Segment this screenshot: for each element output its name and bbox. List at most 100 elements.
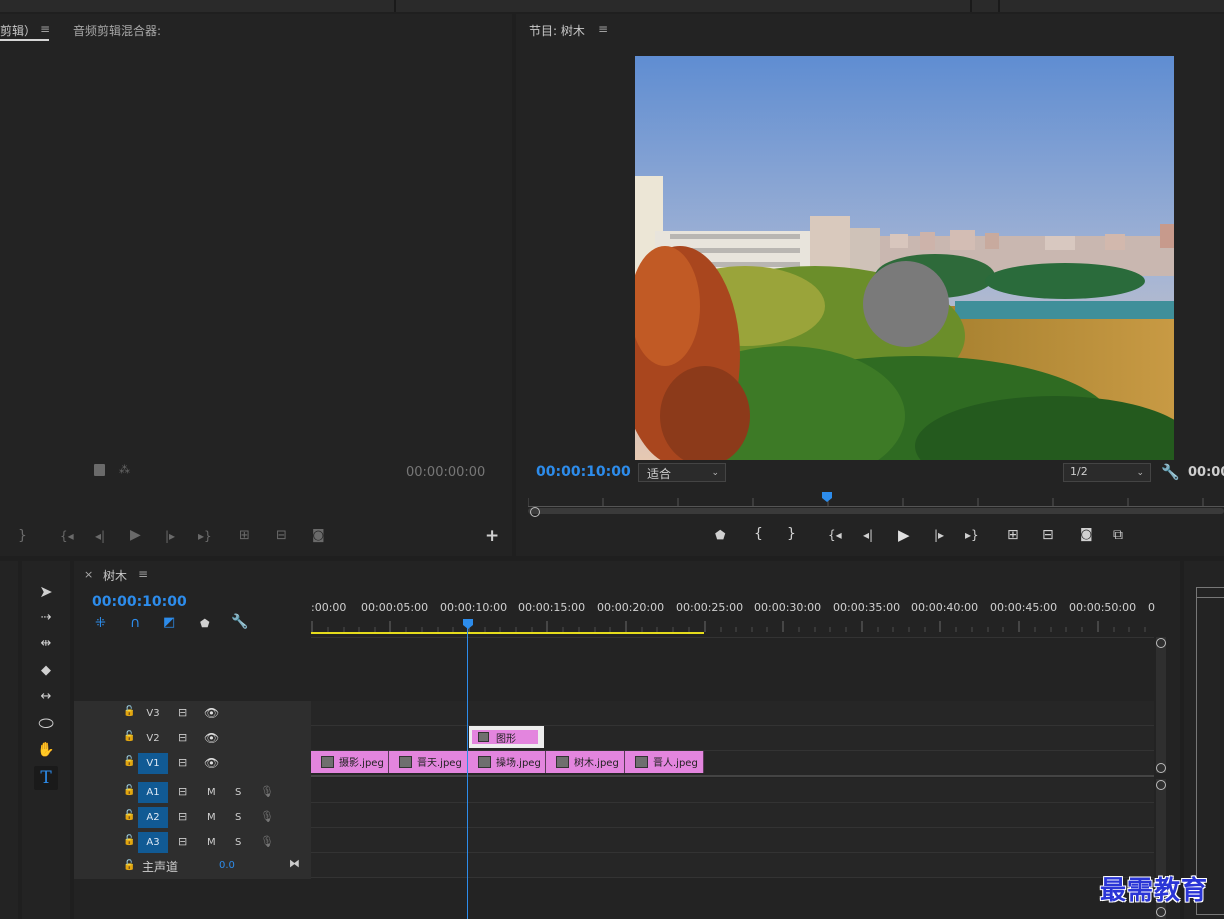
nest-icon[interactable]: ⁜ xyxy=(95,616,106,631)
master-volume-value[interactable]: 0.0 xyxy=(219,860,235,871)
source-step-forward-icon[interactable]: |▸ xyxy=(165,529,175,543)
timeline-menu-icon[interactable]: ≡ xyxy=(138,567,148,581)
video-clip[interactable]: 操场.jpeg xyxy=(468,751,546,773)
track-row-a2[interactable] xyxy=(311,803,1154,828)
program-current-timecode[interactable]: 00:00:10:00 xyxy=(536,464,631,480)
toggle-sync-icon[interactable]: ⊟ xyxy=(178,756,187,769)
graphic-clip[interactable]: 图形 xyxy=(469,726,544,748)
eye-icon[interactable]: 👁 xyxy=(204,706,219,720)
toggle-sync-icon[interactable]: ⊟ xyxy=(178,706,187,719)
track-label-v1[interactable]: V1 xyxy=(138,753,168,774)
program-title[interactable]: 节目: 树木 xyxy=(529,22,585,39)
hand-tool-icon[interactable]: ✋ xyxy=(36,740,56,760)
video-clip[interactable]: 树木.jpeg xyxy=(546,751,625,773)
resolution-dropdown[interactable]: 1/2 ⌄ xyxy=(1063,463,1151,482)
play-icon[interactable]: ▶ xyxy=(898,526,910,544)
timeline-settings-wrench-icon[interactable]: 🔧 xyxy=(231,614,248,630)
scroll-handle-bottom[interactable] xyxy=(1156,907,1166,917)
track-select-tool-icon[interactable]: ⇢ xyxy=(36,607,56,627)
linked-selection-icon[interactable]: ◩ xyxy=(163,615,175,630)
time-ruler[interactable]: :00:00 00:00:05:00 00:00:10:00 00:00:15:… xyxy=(311,601,1155,635)
source-add-button-icon[interactable]: + xyxy=(485,526,499,546)
source-go-in-icon[interactable]: {◂ xyxy=(60,529,74,543)
solo-button[interactable]: S xyxy=(235,812,241,823)
step-forward-icon[interactable]: |▸ xyxy=(934,528,944,542)
lock-icon[interactable]: 🔓 xyxy=(123,756,135,767)
source-step-back-icon[interactable]: ◂| xyxy=(95,529,105,543)
timeline-title[interactable]: 树木 xyxy=(103,567,127,584)
lock-icon[interactable]: 🔓 xyxy=(123,785,135,796)
lock-icon[interactable]: 🔓 xyxy=(123,706,135,717)
ellipse-tool-icon[interactable]: ⬭ xyxy=(36,713,56,734)
snap-icon[interactable]: ∩ xyxy=(130,615,140,631)
go-to-in-icon[interactable]: {◂ xyxy=(828,528,842,542)
mute-button[interactable]: M xyxy=(207,837,216,848)
go-to-out-icon[interactable]: ▸} xyxy=(965,528,979,542)
extract-icon[interactable]: ⊟ xyxy=(1042,527,1054,543)
source-tab[interactable]: 剪辑） xyxy=(0,22,36,39)
mute-button[interactable]: M xyxy=(207,812,216,823)
step-back-icon[interactable]: ◂| xyxy=(863,528,873,542)
timeline-playhead-line[interactable] xyxy=(467,627,468,919)
track-row-a3[interactable] xyxy=(311,828,1154,853)
program-scroll-handle[interactable] xyxy=(530,507,540,517)
source-tab-menu-icon[interactable]: ≡ xyxy=(40,22,50,36)
track-label-a3[interactable]: A3 xyxy=(138,832,168,853)
track-label-v2[interactable]: V2 xyxy=(138,728,168,749)
program-menu-icon[interactable]: ≡ xyxy=(598,22,608,36)
source-insert-icon[interactable]: ⊞ xyxy=(239,528,250,543)
scroll-handle-top[interactable] xyxy=(1156,780,1166,790)
go-to-end-icon[interactable]: ⧓ xyxy=(289,857,300,870)
video-clip[interactable]: 摄影.jpeg xyxy=(311,751,389,773)
wrench-icon[interactable]: 🔧 xyxy=(1161,463,1180,481)
lift-icon[interactable]: ⊞ xyxy=(1007,527,1019,543)
scroll-handle-bottom[interactable] xyxy=(1156,763,1166,773)
solo-button[interactable]: S xyxy=(235,787,241,798)
eye-icon[interactable]: 👁 xyxy=(204,756,219,770)
source-export-frame-icon[interactable]: ◙ xyxy=(312,528,325,543)
track-row-master[interactable] xyxy=(311,853,1154,878)
ripple-edit-tool-icon[interactable]: ⇹ xyxy=(36,633,56,653)
mute-button[interactable]: M xyxy=(207,787,216,798)
razor-tool-icon[interactable]: ◆ xyxy=(36,660,56,680)
audio-clip-mixer-tab[interactable]: 音频剪辑混合器: xyxy=(73,22,161,39)
video-vertical-scrollbar[interactable] xyxy=(1156,637,1166,773)
source-overwrite-icon[interactable]: ⊟ xyxy=(276,528,287,543)
video-clip[interactable]: 晋天.jpeg xyxy=(389,751,468,773)
lock-icon[interactable]: 🔓 xyxy=(123,731,135,742)
timeline-close-icon[interactable]: × xyxy=(84,568,93,581)
toggle-sync-icon[interactable]: ⊟ xyxy=(178,785,187,798)
slip-tool-icon[interactable]: ↔ xyxy=(36,686,56,706)
track-row-v3[interactable] xyxy=(311,701,1154,726)
source-go-out-icon[interactable]: ▸} xyxy=(198,529,212,543)
type-tool-icon[interactable]: T xyxy=(34,766,58,790)
track-label-a2[interactable]: A2 xyxy=(138,807,168,828)
track-label-a1[interactable]: A1 xyxy=(138,782,168,803)
scroll-handle-top[interactable] xyxy=(1156,638,1166,648)
source-play-icon[interactable]: ▶ xyxy=(130,527,141,543)
track-row-a1[interactable] xyxy=(311,778,1154,803)
track-row-v2[interactable] xyxy=(311,726,1154,751)
mic-icon[interactable]: 🎙 xyxy=(260,785,274,798)
mark-in-icon[interactable]: { xyxy=(754,526,763,542)
toggle-sync-icon[interactable]: ⊟ xyxy=(178,810,187,823)
export-frame-icon[interactable]: ◙ xyxy=(1080,527,1093,542)
add-marker-icon[interactable]: ⬟ xyxy=(715,528,725,542)
lock-icon[interactable]: 🔓 xyxy=(123,810,135,821)
mark-out-icon[interactable]: } xyxy=(787,526,796,542)
lock-icon[interactable]: 🔓 xyxy=(123,860,135,871)
source-mark-out-icon[interactable]: } xyxy=(18,528,27,544)
timeline-timecode[interactable]: 00:00:10:00 xyxy=(92,594,187,610)
drag-video-icon[interactable] xyxy=(94,464,105,476)
comparison-view-icon[interactable]: ⧉ xyxy=(1113,527,1123,543)
drag-audio-icon[interactable]: ⁂ xyxy=(119,463,130,476)
mic-icon[interactable]: 🎙 xyxy=(260,810,274,823)
add-marker-timeline-icon[interactable]: ⬟ xyxy=(200,617,210,630)
toggle-sync-icon[interactable]: ⊟ xyxy=(178,731,187,744)
eye-icon[interactable]: 👁 xyxy=(204,731,219,745)
video-clip[interactable]: 晋人.jpeg xyxy=(625,751,704,773)
toggle-sync-icon[interactable]: ⊟ xyxy=(178,835,187,848)
solo-button[interactable]: S xyxy=(235,837,241,848)
program-scroll-bar[interactable] xyxy=(528,508,1224,514)
work-area-bar[interactable] xyxy=(311,632,704,634)
